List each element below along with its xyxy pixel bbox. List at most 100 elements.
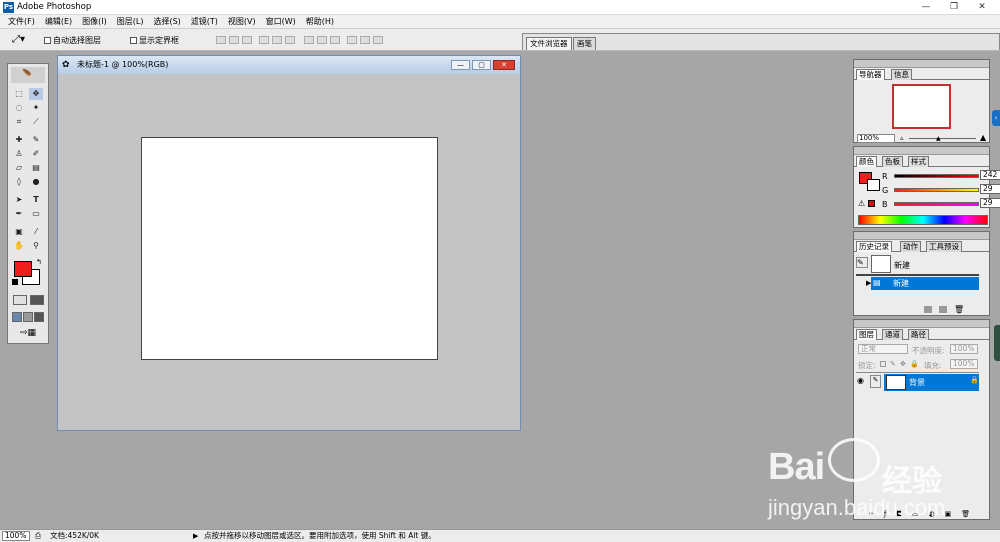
lock-image-icon[interactable]: ✎ [890,360,896,368]
crop-tool-icon[interactable]: ⌗ [12,116,26,128]
b-value-field[interactable]: 29 [980,198,1000,208]
lock-transparency-icon[interactable] [880,361,886,367]
status-zoom-field[interactable]: 100% [2,531,30,541]
history-brush-tool-icon[interactable]: ✐ [29,148,43,160]
image-canvas[interactable] [141,137,438,360]
side-expand-tab-icon[interactable]: ‹ [992,110,1000,126]
layer-visibility-eye-icon[interactable]: ◉ [857,376,864,385]
restore-button[interactable]: ❐ [940,1,968,14]
auto-select-option[interactable]: 自动选择图层 [44,35,101,46]
distribute-bottom-icon[interactable] [330,36,340,44]
marquee-tool-icon[interactable]: ⬚ [12,88,26,100]
screen-mode-full-menu-icon[interactable] [23,312,33,322]
shape-tool-icon[interactable]: ▭ [29,208,43,220]
gradient-tool-icon[interactable]: ▤ [29,162,43,174]
menu-layer[interactable]: 图层(L) [112,15,149,28]
dodge-tool-icon[interactable]: ● [29,176,43,188]
g-value-field[interactable]: 29 [980,184,1000,194]
snapshot-label[interactable]: 新建 [894,260,910,271]
eyedropper-tool-icon[interactable]: ⁄ [29,226,43,238]
distribute-top-icon[interactable] [304,36,314,44]
new-document-from-state-icon[interactable] [924,306,932,313]
brush-tool-icon[interactable]: ✎ [29,134,43,146]
history-brush-source-icon[interactable]: ✎ [856,257,868,268]
tab-tool-presets[interactable]: 工具预设 [926,241,962,252]
quick-mask-mode-icon[interactable] [30,295,44,305]
layer-row[interactable]: ◉ ✎ 背景 🔒 [856,372,979,391]
hand-tool-icon[interactable]: ✋ [12,240,26,252]
fill-field[interactable]: 100% [950,359,978,369]
delete-layer-icon[interactable]: 🗑 [961,510,970,518]
menu-view[interactable]: 视图(V) [223,15,261,28]
align-right-icon[interactable] [285,36,295,44]
tab-swatches[interactable]: 色板 [882,156,903,167]
zoom-slider-handle-icon[interactable]: ▲ [936,135,941,142]
feather-logo-icon[interactable]: 🪶 [11,67,45,83]
pen-tool-icon[interactable]: ✒ [12,208,26,220]
lock-all-icon[interactable]: 🔒 [910,360,919,368]
foreground-color-swatch[interactable] [14,261,32,277]
notes-tool-icon[interactable]: ▣ [12,226,26,238]
opacity-field[interactable]: 100% [950,344,978,354]
blend-mode-select[interactable]: 正常 [858,344,908,354]
color-spectrum-ramp[interactable] [858,215,988,225]
tab-history[interactable]: 历史记录 [856,241,892,252]
status-print-icon[interactable]: ⎙ [35,530,41,542]
close-button[interactable]: ✕ [968,1,996,14]
distribute-right-icon[interactable] [373,36,383,44]
layer-brush-icon[interactable]: ✎ [870,375,881,388]
new-layer-icon[interactable]: ▣ [945,510,952,518]
healing-brush-tool-icon[interactable]: ✚ [12,134,26,146]
show-bounds-checkbox[interactable] [130,37,137,44]
standard-mode-icon[interactable] [13,295,27,305]
panel-background-swatch[interactable] [867,179,880,191]
show-bounds-option[interactable]: 显示定界框 [130,35,179,46]
r-slider[interactable] [894,174,979,178]
tab-paths[interactable]: 路径 [908,329,929,340]
align-hcenter-icon[interactable] [272,36,282,44]
move-tool-button-icon[interactable]: ✥ [29,88,43,100]
clone-stamp-tool-icon[interactable]: ♙ [12,148,26,160]
jump-to-imageready-icon[interactable]: ⇨▦ [14,328,42,340]
b-slider[interactable] [894,202,979,206]
screen-mode-standard-icon[interactable] [12,312,22,322]
menu-select[interactable]: 选择(S) [148,15,185,28]
snapshot-thumbnail[interactable] [871,255,891,273]
type-tool-icon[interactable]: T [29,194,43,206]
distribute-left-icon[interactable] [347,36,357,44]
tab-brushes[interactable]: 画笔 [573,37,596,50]
align-bottom-icon[interactable] [242,36,252,44]
align-left-icon[interactable] [259,36,269,44]
menu-help[interactable]: 帮助(H) [301,15,339,28]
history-state-row[interactable]: 新建 [871,277,979,290]
tab-layers[interactable]: 图层 [856,329,877,340]
zoom-out-icon[interactable]: ▵ [900,134,904,142]
screen-mode-full-icon[interactable] [34,312,44,322]
blur-tool-icon[interactable]: ◊ [12,176,26,188]
tab-file-browser[interactable]: 文件浏览器 [526,37,572,50]
magic-wand-tool-icon[interactable]: ✦ [29,102,43,114]
tab-actions[interactable]: 动作 [900,241,921,252]
tab-styles[interactable]: 样式 [908,156,929,167]
tab-channels[interactable]: 通道 [882,329,903,340]
menu-filter[interactable]: 滤镜(T) [186,15,223,28]
default-colors-icon[interactable] [12,279,18,285]
distribute-vcenter-icon[interactable] [317,36,327,44]
align-top-icon[interactable] [216,36,226,44]
move-tool-icon[interactable]: ⤢▾ [12,34,25,45]
swap-colors-icon[interactable]: ↰ [36,258,42,266]
lasso-tool-icon[interactable]: ◌ [12,102,26,114]
align-vcenter-icon[interactable] [229,36,239,44]
path-selection-tool-icon[interactable]: ➤ [12,194,26,206]
tab-navigator[interactable]: 导航器 [856,69,885,80]
menu-image[interactable]: 图像(I) [77,15,112,28]
slice-tool-icon[interactable]: ⟋ [29,116,43,128]
side-handle-icon[interactable] [994,325,1000,361]
navigator-thumbnail[interactable] [892,84,951,129]
r-value-field[interactable]: 242 [980,170,1000,180]
minimize-button[interactable]: — [912,1,940,14]
zoom-slider-track[interactable] [909,138,976,139]
document-maximize-button[interactable]: ▢ [472,60,491,70]
document-close-button[interactable]: ✕ [493,60,515,70]
new-snapshot-icon[interactable] [939,306,947,313]
